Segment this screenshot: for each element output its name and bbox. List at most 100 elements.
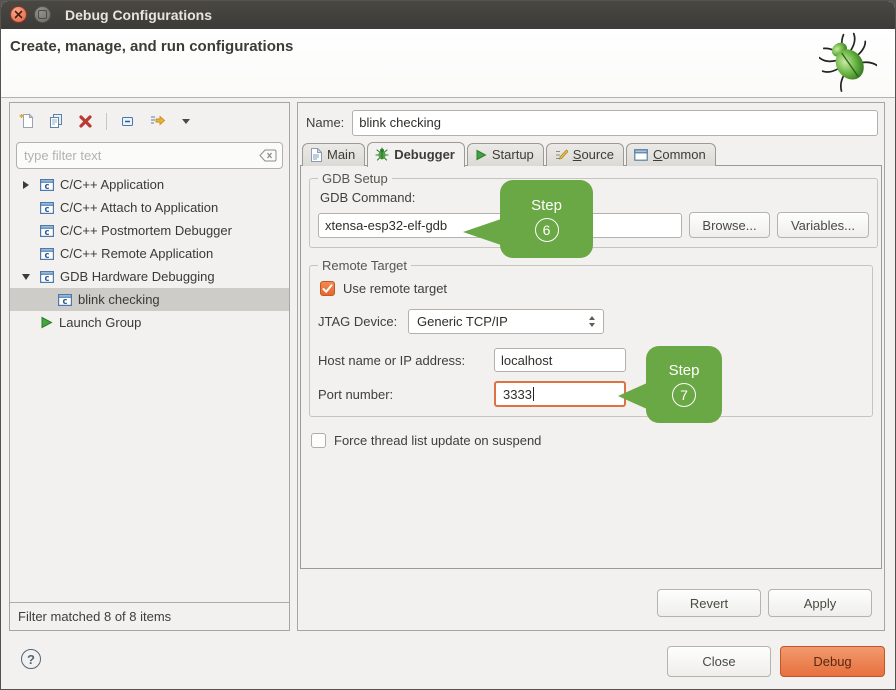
text-caret xyxy=(533,387,534,401)
name-label: Name: xyxy=(306,115,344,130)
window-close-button[interactable] xyxy=(10,6,27,23)
expander-expanded-icon[interactable] xyxy=(18,274,34,280)
step-6-label: Step xyxy=(531,197,562,214)
debug-configurations-window: Debug Configurations Create, manage, and… xyxy=(0,0,896,690)
c-launch-icon: c xyxy=(40,225,54,237)
c-launch-icon: c xyxy=(40,202,54,214)
close-icon xyxy=(14,10,23,19)
tab-source[interactable]: Source xyxy=(546,143,624,166)
config-detail-panel: Name: Main Debugger Startup Source xyxy=(297,102,885,631)
bug-icon xyxy=(375,147,389,161)
filter-input[interactable] xyxy=(16,142,283,169)
force-thread-checkbox[interactable] xyxy=(311,433,326,448)
c-launch-icon: c xyxy=(58,294,72,306)
svg-text:c: c xyxy=(62,297,67,306)
configurations-toolbar xyxy=(10,103,289,139)
source-icon xyxy=(554,148,568,162)
spinner-icon xyxy=(589,316,595,327)
launch-group-icon xyxy=(40,316,53,329)
tree-item-label: GDB Hardware Debugging xyxy=(60,269,215,284)
variables-button[interactable]: Variables... xyxy=(777,212,869,238)
expander-collapsed-icon[interactable] xyxy=(18,181,34,189)
dialog-header-text: Create, manage, and run configurations xyxy=(10,38,293,55)
step-6-number: 6 xyxy=(535,218,559,242)
window-icon xyxy=(634,149,648,161)
tab-bar: Main Debugger Startup Source Common xyxy=(302,141,880,166)
window-button[interactable] xyxy=(34,6,51,23)
tree-item-label: C/C++ Application xyxy=(60,177,164,192)
collapse-all-icon[interactable] xyxy=(119,112,137,130)
tree-item-label: C/C++ Attach to Application xyxy=(60,200,218,215)
browse-button[interactable]: Browse... xyxy=(689,212,770,238)
host-label: Host name or IP address: xyxy=(318,353,494,368)
svg-text:c: c xyxy=(44,228,49,237)
use-remote-target-checkbox[interactable] xyxy=(320,281,335,296)
host-input[interactable] xyxy=(494,348,626,372)
tree-item-gdb-hardware-debugging[interactable]: c GDB Hardware Debugging xyxy=(10,265,289,288)
bug-icon xyxy=(819,32,877,92)
gdb-setup-group: GDB Setup GDB Command: Browse... Variabl… xyxy=(309,171,878,248)
check-icon xyxy=(322,284,333,294)
tree-item-cpp-remote[interactable]: c C/C++ Remote Application xyxy=(10,242,289,265)
gdb-setup-legend: GDB Setup xyxy=(318,171,392,186)
tab-common[interactable]: Common xyxy=(626,143,716,166)
step-7-label: Step xyxy=(669,362,700,379)
svg-text:c: c xyxy=(44,274,49,283)
filter-box xyxy=(16,142,283,169)
tree-item-cpp-attach[interactable]: c C/C++ Attach to Application xyxy=(10,196,289,219)
configurations-panel: c C/C++ Application c C/C++ Attach to Ap… xyxy=(9,102,290,631)
filter-icon[interactable] xyxy=(148,112,166,130)
tree-item-label: Launch Group xyxy=(59,315,141,330)
callout-tail-icon xyxy=(618,383,647,409)
revert-apply-row: Revert Apply xyxy=(657,589,872,617)
jtag-device-select[interactable]: Generic TCP/IP xyxy=(408,309,604,334)
play-icon xyxy=(475,149,487,161)
dialog-header: Create, manage, and run configurations xyxy=(1,29,895,98)
remote-target-legend: Remote Target xyxy=(318,258,411,273)
step-7-number: 7 xyxy=(672,383,696,407)
force-thread-label: Force thread list update on suspend xyxy=(334,433,541,448)
svg-text:c: c xyxy=(44,205,49,214)
callout-tail-icon xyxy=(463,219,501,245)
apply-button[interactable]: Apply xyxy=(768,589,872,617)
titlebar: Debug Configurations xyxy=(1,1,895,29)
close-button[interactable]: Close xyxy=(667,646,771,677)
jtag-device-value: Generic TCP/IP xyxy=(417,314,508,329)
help-button[interactable]: ? xyxy=(21,649,41,669)
tab-main[interactable]: Main xyxy=(302,143,365,166)
port-label: Port number: xyxy=(318,387,494,402)
new-config-icon[interactable] xyxy=(18,112,36,130)
c-launch-icon: c xyxy=(40,179,54,191)
menu-dropdown-icon[interactable] xyxy=(177,112,195,130)
page-icon xyxy=(310,148,322,162)
delete-icon[interactable] xyxy=(76,112,94,130)
toolbar-separator xyxy=(106,113,107,130)
tree-item-label: C/C++ Remote Application xyxy=(60,246,213,261)
name-row: Name: xyxy=(306,109,878,136)
port-input[interactable]: 3333 xyxy=(494,381,626,407)
tree-item-launch-group[interactable]: Launch Group xyxy=(10,311,289,334)
remote-target-group: Remote Target Use remote target JTAG Dev… xyxy=(309,258,873,417)
step-6-callout: Step 6 xyxy=(500,180,593,258)
window-title: Debug Configurations xyxy=(65,1,212,29)
name-input[interactable] xyxy=(352,110,878,136)
tree-item-blink-checking[interactable]: c blink checking xyxy=(10,288,289,311)
tree-item-cpp-application[interactable]: c C/C++ Application xyxy=(10,173,289,196)
svg-text:c: c xyxy=(44,182,49,191)
debug-button[interactable]: Debug xyxy=(780,646,885,677)
use-remote-target-label: Use remote target xyxy=(343,281,447,296)
revert-button[interactable]: Revert xyxy=(657,589,761,617)
jtag-device-label: JTAG Device: xyxy=(318,314,408,329)
clear-filter-icon[interactable] xyxy=(259,149,277,162)
filter-status: Filter matched 8 of 8 items xyxy=(10,602,289,630)
help-icon: ? xyxy=(27,652,35,667)
config-tree: c C/C++ Application c C/C++ Attach to Ap… xyxy=(10,173,289,334)
gdb-command-label: GDB Command: xyxy=(320,190,869,205)
tab-debugger[interactable]: Debugger xyxy=(367,142,465,167)
tree-item-cpp-postmortem[interactable]: c C/C++ Postmortem Debugger xyxy=(10,219,289,242)
tab-startup[interactable]: Startup xyxy=(467,143,544,166)
port-value: 3333 xyxy=(503,387,532,402)
step-7-callout: Step 7 xyxy=(646,346,722,423)
c-launch-icon: c xyxy=(40,248,54,260)
duplicate-icon[interactable] xyxy=(47,112,65,130)
